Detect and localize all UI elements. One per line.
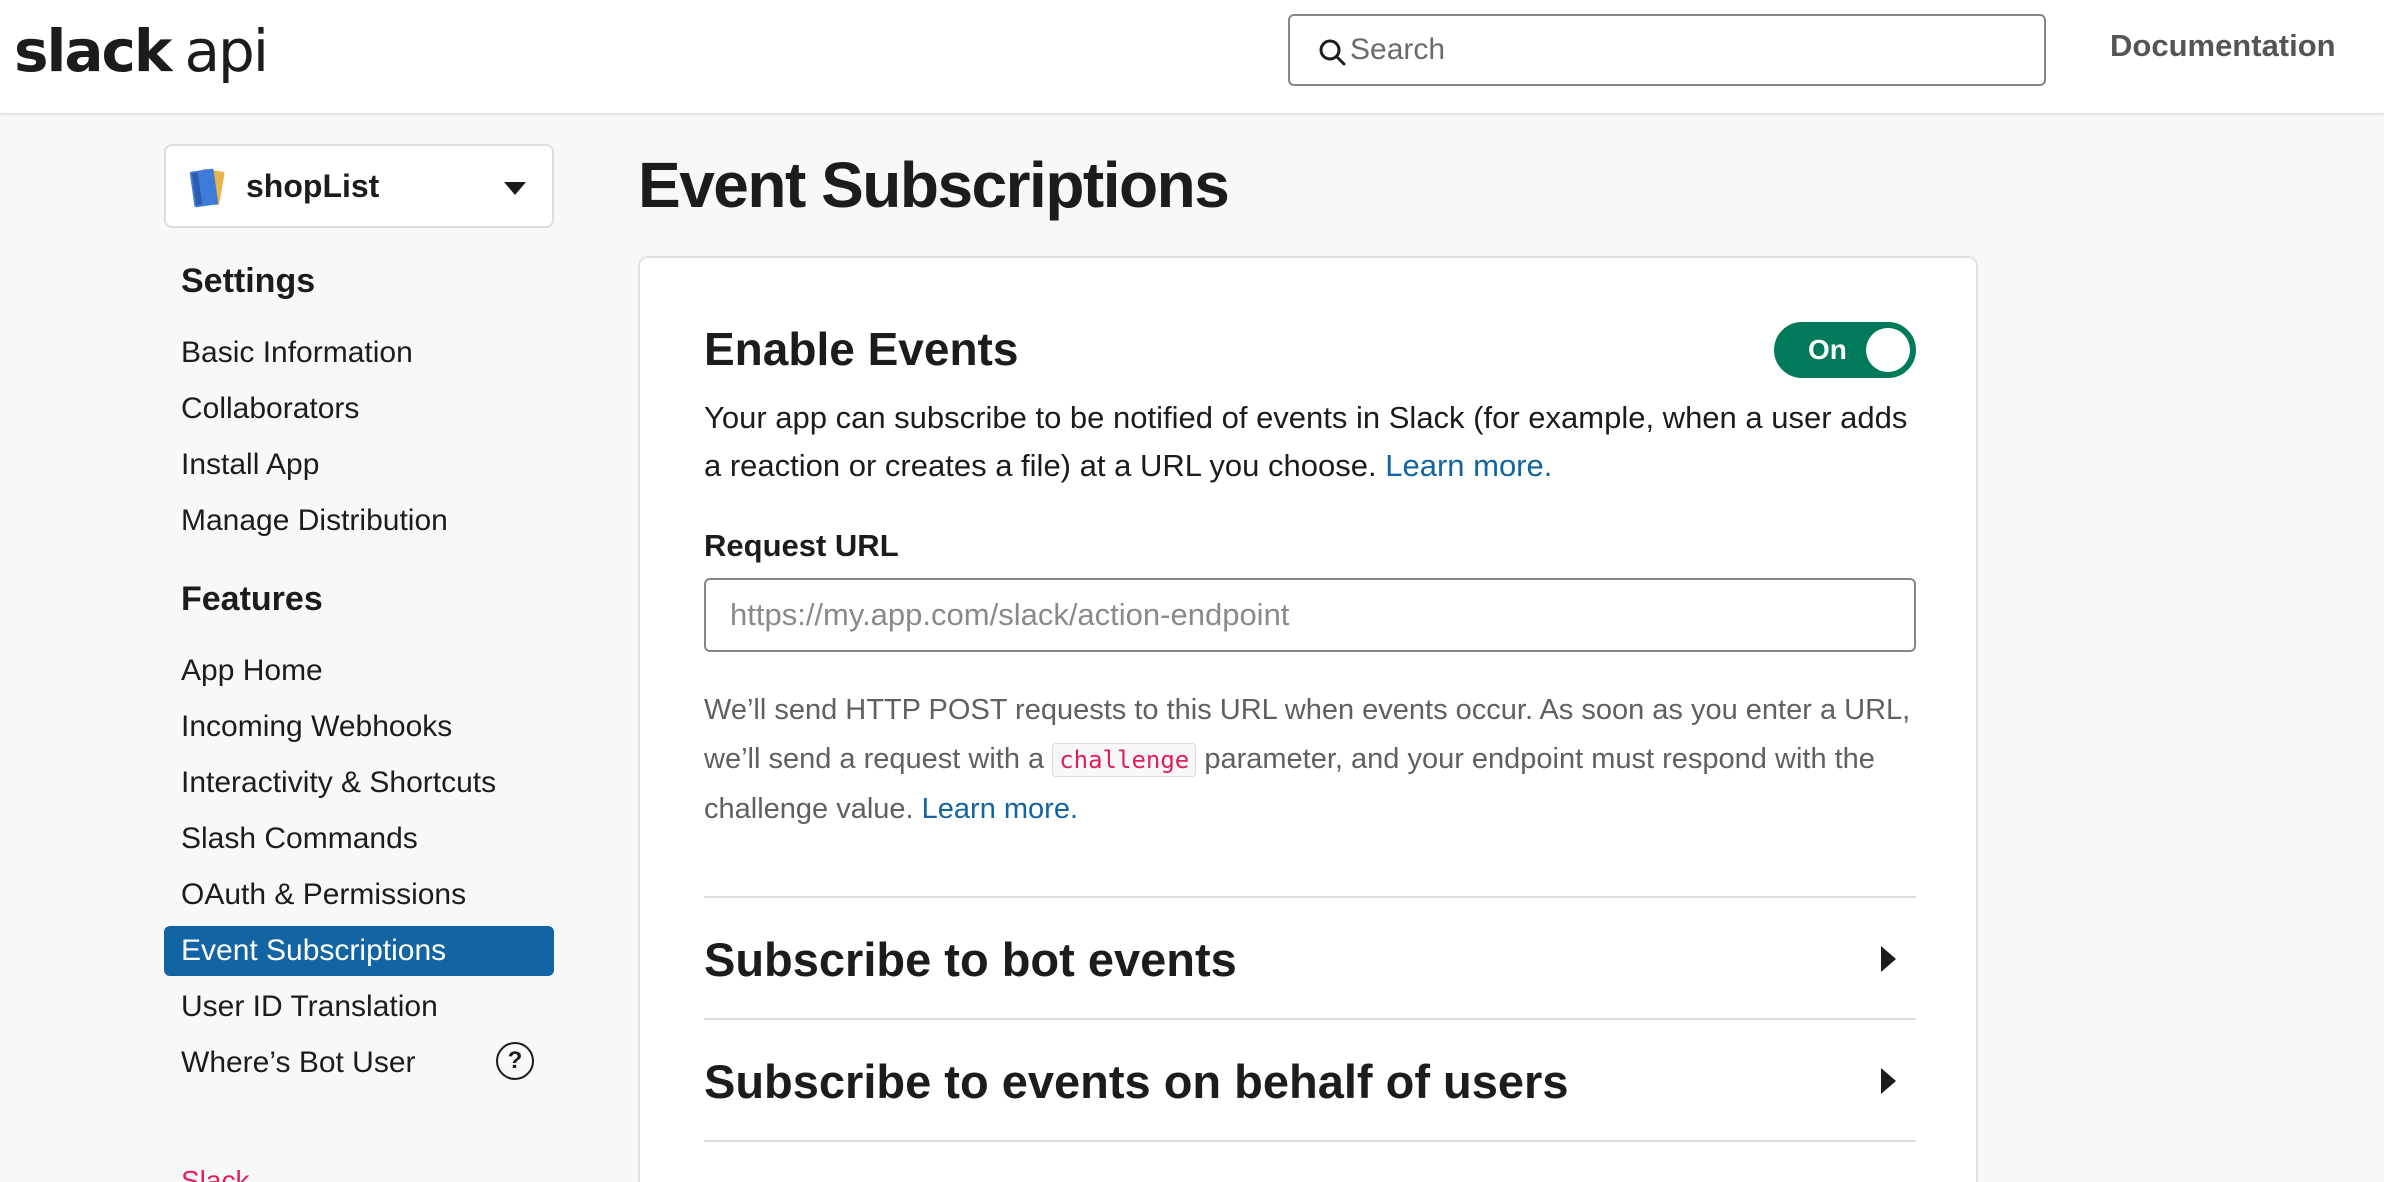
enable-events-toggle[interactable]: On bbox=[1774, 322, 1916, 378]
sidebar-item-collaborators[interactable]: Collaborators bbox=[164, 384, 554, 434]
sidebar-item-event-subscriptions[interactable]: Event Subscriptions bbox=[164, 926, 554, 976]
sidebar-item-incoming-webhooks[interactable]: Incoming Webhooks bbox=[164, 702, 554, 752]
app-name: shopList bbox=[246, 168, 380, 204]
sidebar-item-oauth-permissions[interactable]: OAuth & Permissions bbox=[164, 870, 554, 920]
notebook-icon bbox=[189, 168, 225, 208]
settings-heading: Settings bbox=[181, 262, 316, 300]
app-selector-dropdown[interactable]: shopList bbox=[164, 144, 554, 228]
caret-down-icon bbox=[504, 182, 526, 195]
caret-right-icon bbox=[1881, 1068, 1896, 1094]
request-url-input[interactable] bbox=[704, 578, 1916, 652]
request-url-learn-more-link[interactable]: Learn more. bbox=[922, 793, 1078, 825]
divider bbox=[704, 1140, 1916, 1142]
subscribe-bot-events-title: Subscribe to bot events bbox=[704, 933, 1237, 986]
features-heading: Features bbox=[181, 580, 323, 618]
enable-events-description: Your app can subscribe to be notified of… bbox=[704, 394, 1924, 490]
search-input[interactable] bbox=[1350, 24, 2030, 76]
toggle-knob bbox=[1866, 328, 1910, 372]
sidebar-item-install-app[interactable]: Install App bbox=[164, 440, 554, 490]
subscribe-user-events-title: Subscribe to events on behalf of users bbox=[704, 1055, 1569, 1108]
logo-api-text: api bbox=[184, 17, 269, 85]
event-subscriptions-card: Enable Events On Your app can subscribe … bbox=[638, 256, 1978, 1182]
subscribe-bot-events-expander[interactable]: Subscribe to bot events bbox=[704, 898, 1916, 1018]
page-title: Event Subscriptions bbox=[638, 149, 1230, 221]
sidebar-item-manage-distribution[interactable]: Manage Distribution bbox=[164, 496, 554, 546]
toggle-label: On bbox=[1808, 334, 1847, 365]
sidebar-item-basic-information[interactable]: Basic Information bbox=[164, 328, 554, 378]
logo-slack-text: slack bbox=[14, 17, 172, 85]
request-url-label: Request URL bbox=[704, 528, 899, 563]
sidebar-item-interactivity-shortcuts[interactable]: Interactivity & Shortcuts bbox=[164, 758, 554, 808]
search-icon bbox=[1319, 39, 1346, 66]
enable-events-title: Enable Events bbox=[704, 323, 1019, 375]
description-text: Your app can subscribe to be notified of… bbox=[704, 400, 1908, 483]
subscribe-user-events-expander[interactable]: Subscribe to events on behalf of users bbox=[704, 1020, 1916, 1140]
slack-api-logo[interactable]: slack api bbox=[14, 14, 269, 88]
sidebar-item-app-home[interactable]: App Home bbox=[164, 646, 554, 696]
challenge-code: challenge bbox=[1052, 743, 1197, 777]
search-box[interactable] bbox=[1288, 14, 2046, 86]
caret-right-icon bbox=[1881, 946, 1896, 972]
sidebar-footer-link[interactable]: Slack bbox=[181, 1166, 249, 1182]
top-navigation-bar: slackapi Documentation bbox=[0, 0, 2384, 114]
sidebar-item-user-id-translation[interactable]: User ID Translation bbox=[164, 982, 554, 1032]
question-circle-icon[interactable]: ? bbox=[496, 1042, 534, 1080]
documentation-link[interactable]: Documentation bbox=[2110, 28, 2336, 64]
learn-more-link[interactable]: Learn more. bbox=[1385, 448, 1552, 483]
sidebar-item-slash-commands[interactable]: Slash Commands bbox=[164, 814, 554, 864]
request-url-help-text: We’ll send HTTP POST requests to this UR… bbox=[704, 686, 1924, 834]
